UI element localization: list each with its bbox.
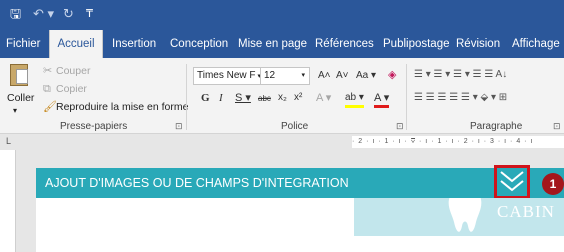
format-painter-icon: 🖌 [43, 101, 57, 113]
tab-publipostage[interactable]: Publipostage [383, 30, 450, 58]
ruler-marks: · 2 · ı · 1 · ı · ⩢ · ı · 1 · ı · 2 · ı … [352, 138, 534, 145]
font-name-value: Times New F [197, 70, 256, 81]
undo-icon[interactable]: ↶ ▾ [33, 6, 54, 22]
paragraph-row1-tools[interactable]: ☰ ▾ ☰ ▾ ☰ ▾ ☰ ☰ A↓ [414, 68, 507, 82]
ruler-bar: L · 2 · ı · 1 · ı · ⩢ · ı · 1 · ı · 2 · … [0, 134, 564, 150]
tab-revision[interactable]: Révision [456, 30, 500, 58]
customize-toolbar-icon[interactable]: ₸ [86, 6, 93, 22]
tab-conception[interactable]: Conception [170, 30, 228, 58]
copy-button[interactable]: Copier [56, 82, 87, 96]
group-divider [406, 64, 407, 130]
vertical-ruler[interactable] [0, 150, 16, 252]
format-painter-button[interactable]: Reproduire la mise en forme [56, 100, 188, 114]
tooth-logo-icon [448, 198, 482, 232]
tab-fichier[interactable]: Fichier [6, 30, 41, 58]
paragraph-launcher-icon[interactable]: ⊡ [553, 121, 561, 132]
copy-icon: ⧉ [43, 83, 51, 95]
horizontal-ruler[interactable]: · 2 · ı · 1 · ı · ⩢ · ı · 1 · ı · 2 · ı … [352, 136, 564, 148]
header-image-preview: CABIN [354, 198, 564, 236]
font-launcher-icon[interactable]: ⊡ [396, 121, 404, 132]
underline-button[interactable]: S ▾ [235, 91, 251, 105]
title-bar: 🖫 ↶ ▾ ↻ ₸ [0, 0, 564, 30]
cabinet-heading: CABIN [497, 202, 555, 221]
font-group-label: Police [281, 121, 309, 132]
paste-icon[interactable] [10, 64, 28, 86]
group-divider [186, 64, 187, 130]
paragraph-group-label: Paragraphe [470, 121, 523, 132]
cut-button[interactable]: Couper [56, 64, 90, 78]
text-effects-button[interactable]: A ▾ [316, 91, 331, 105]
clipboard-launcher-icon[interactable]: ⊡ [175, 121, 183, 132]
save-icon[interactable]: 🖫 [10, 6, 21, 22]
tab-insertion[interactable]: Insertion [112, 30, 156, 58]
superscript-button[interactable]: x² [294, 91, 302, 105]
chevron-down-icon [500, 171, 524, 192]
document-page[interactable]: CABIN [36, 198, 564, 252]
font-size-value: 12 [264, 70, 276, 81]
clear-formatting-icon[interactable]: ◈ [388, 68, 396, 82]
bold-button[interactable]: G [201, 91, 210, 105]
shrink-font-button[interactable]: A˅ [336, 69, 349, 83]
paste-dropdown-icon[interactable]: ▾ [13, 104, 17, 118]
tab-mise-en-page[interactable]: Mise en page [238, 30, 307, 58]
ribbon-tabs: Fichier Accueil Insertion Conception Mis… [0, 30, 564, 58]
font-color-button[interactable]: A ▾ [374, 91, 390, 108]
clipboard-group-label: Presse-papiers [60, 121, 128, 132]
redo-icon[interactable]: ↻ [63, 6, 74, 22]
paste-button[interactable]: Coller [7, 91, 34, 105]
change-case-button[interactable]: Aa ▾ [356, 69, 376, 83]
italic-button[interactable]: I [219, 91, 223, 105]
font-name-combo[interactable]: Times New F ▾ [193, 67, 261, 85]
section-banner: AJOUT D'IMAGES OU DE CHAMPS D'INTEGRATIO… [36, 165, 564, 199]
word-window: 🖫 ↶ ▾ ↻ ₸ Fichier Accueil Insertion Conc… [0, 0, 564, 252]
tab-accueil[interactable]: Accueil [49, 30, 103, 58]
font-size-combo[interactable]: 12 ▾ [260, 67, 310, 85]
grow-font-button[interactable]: A˄ [318, 69, 331, 83]
step-number-badge: 1 [542, 173, 564, 195]
banner-title: AJOUT D'IMAGES OU DE CHAMPS D'INTEGRATIO… [45, 176, 349, 190]
highlight-button[interactable]: ab ▾ [345, 91, 364, 108]
tab-affichage[interactable]: Affichage [512, 30, 560, 58]
subscript-button[interactable]: x₂ [278, 91, 287, 105]
tab-references[interactable]: Références [315, 30, 374, 58]
strikethrough-button[interactable]: abc [258, 92, 271, 106]
ribbon: Coller ▾ ✂ Couper ⧉ Copier 🖌 Reproduire … [0, 58, 564, 134]
scissors-icon: ✂ [43, 65, 53, 77]
paragraph-row2-tools[interactable]: ☰ ☰ ☰ ☰ ☰ ▾ ⬙ ▾ ⊞ [414, 91, 507, 105]
tab-selector-icon[interactable]: L [6, 136, 11, 146]
expand-chevron-button[interactable] [494, 165, 530, 199]
